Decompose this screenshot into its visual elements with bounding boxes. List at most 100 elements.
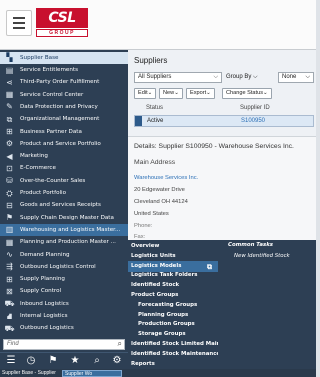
new-button[interactable]: New⌄ (159, 88, 183, 99)
menu-item-storage-groups[interactable]: Storage Groups (128, 329, 218, 340)
sidebar-item-label: Marketing (20, 153, 48, 160)
wave-icon: ∿ (6, 250, 13, 260)
sidebar-item-product-and-service-portfolio[interactable]: ⚙ Product and Service Portfolio (0, 138, 128, 150)
menu-item-forecasting-groups[interactable]: Forecasting Groups (128, 300, 218, 311)
supply-planning-icon: ⊞ (6, 274, 13, 284)
sidebar-item-data-protection-and-privacy[interactable]: ✎ Data Protection and Privacy (0, 101, 128, 113)
sidebar-item-organizational-management[interactable]: ⧉ Organizational Management (0, 114, 128, 126)
pencil-icon: ✎ (6, 102, 13, 112)
column-header-supplier-id[interactable]: Supplier ID (240, 105, 270, 111)
sidebar-item-e-commerce[interactable]: ⊡ E-Commerce (0, 163, 128, 175)
common-tasks-column: Common Tasks New Identified Stock (218, 240, 316, 369)
group-by-label[interactable]: Group By ⌵ (226, 74, 258, 81)
menu-item-planning-groups[interactable]: Planning Groups (128, 310, 218, 321)
menu-item-label: Forecasting Groups (138, 301, 198, 308)
menu-item-label: Production Groups (138, 321, 195, 328)
list-icon[interactable]: ☰ (4, 355, 18, 367)
row-selector[interactable] (135, 116, 142, 126)
sidebar-item-service-control-center[interactable]: ▦ Service Control Center (0, 89, 128, 101)
forklift-icon: ⛘ (6, 311, 13, 321)
menu-item-product-groups[interactable]: Product Groups (128, 290, 218, 301)
menu-item-identified-stock-limited-maintenance[interactable]: Identified Stock Limited Maintenance (128, 339, 245, 350)
sidebar-item-label: E-Commerce (20, 165, 56, 172)
menu-item-reports[interactable]: Reports (128, 359, 218, 370)
sidebar-item-outbound-logistics-control[interactable]: ⇶ Outbound Logistics Control (0, 261, 128, 273)
menu-item-label: Planning Groups (138, 311, 189, 318)
search-icon[interactable]: ⌕ (118, 339, 122, 349)
menu-icon[interactable] (6, 10, 32, 36)
chevron-down-icon: ⌄ (174, 90, 179, 96)
sidebar-item-supply-control[interactable]: ⊠ Supply Control (0, 286, 128, 298)
sidebar-item-over-the-counter-sales[interactable]: ⛁ Over-the-Counter Sales (0, 175, 128, 187)
sidebar-item-label: Supply Planning (20, 276, 65, 283)
menu-item-production-groups[interactable]: Production Groups (128, 319, 218, 330)
phone-label: Phone: (134, 223, 153, 229)
sidebar-item-business-partner-data[interactable]: ⊞ Business Partner Data (0, 126, 128, 138)
menu-item-logistics-models[interactable]: Logistics Models ⧉ (128, 260, 218, 273)
chevron-down-icon: ⌄ (263, 90, 268, 96)
flyout-menu: Reports Identified Stock Maintenance Run I… (128, 240, 316, 369)
main-content: Suppliers All Suppliers ⌵ Group By ⌵ Non… (128, 50, 316, 240)
row-supplier-id-link[interactable]: S100950 (241, 118, 265, 124)
flag-icon[interactable]: ⚑ (46, 355, 60, 367)
menu-item-label: Logistics Task Folders (131, 272, 198, 279)
sidebar-item-product-portfolio[interactable]: ⛭ Product Portfolio (0, 187, 128, 199)
menu-item-logistics-units[interactable]: Logistics Units (128, 251, 218, 262)
sidebar-item-supply-planning[interactable]: ⊞ Supply Planning (0, 273, 128, 285)
change-status-label: Change Status (226, 90, 264, 96)
table-row[interactable]: Active S100950 (134, 115, 314, 127)
main-address-heading: Main Address (134, 159, 176, 166)
change-status-button[interactable]: Change Status⌄ (222, 88, 272, 99)
gear-icon: ⚙ (5, 139, 14, 149)
sidebar-item-service-entitlements[interactable]: ▤ Service Entitlements (0, 64, 128, 76)
sidebar-item-inbound-logistics[interactable]: ⛟ Inbound Logistics (0, 298, 128, 310)
star-icon[interactable]: ★ (68, 355, 82, 367)
sidebar-item-warehousing-and-logistics-master[interactable]: ▥ Warehousing and Logistics Master... (0, 224, 128, 236)
company-logo: CSL GROUP (36, 8, 88, 38)
menu-item-identified-stock-maintenance-run[interactable]: Identified Stock Maintenance Run (128, 349, 234, 360)
address-street: 20 Edgewater Drive (134, 187, 185, 193)
menu-item-label: Storage Groups (138, 331, 186, 338)
sidebar-item-supply-chain-design-master-data[interactable]: ⚑ Supply Chain Design Master Data (0, 212, 128, 224)
settings-icon[interactable]: ⚙ (110, 355, 124, 367)
group-by-select[interactable]: None ⌵ (278, 72, 314, 83)
menu-item-overview[interactable]: Overview (128, 241, 218, 252)
sidebar-item-third-party-order-fulfillment[interactable]: ⋖ Third-Party Order Fulfillment (0, 77, 128, 89)
menu-item-identified-stock[interactable]: Identified Stock (128, 280, 218, 291)
sidebar-item-outbound-logistics[interactable]: ⛟ Outbound Logistics (0, 323, 128, 335)
sidebar-item-planning-and-production-master[interactable]: ▦ Planning and Production Master ... (0, 237, 128, 249)
export-label: Export (190, 90, 207, 96)
table-header: Status Supplier ID (134, 103, 314, 114)
new-identified-stock-link[interactable]: New Identified Stock (234, 253, 290, 259)
address-name-link[interactable]: Warehouse Services Inc. (134, 175, 198, 181)
open-window-icon[interactable]: ⧉ (207, 262, 212, 273)
supplier-base-icon: ▚ (6, 53, 13, 63)
export-button[interactable]: Export⌄ (186, 88, 215, 99)
sidebar-item-label: Supplier Base (20, 54, 59, 61)
sidebar-bottom-toolbar: ☰ ◷ ⚑ ★ ⌕ ⚙ (0, 352, 128, 369)
sidebar-item-label: Outbound Logistics Control (20, 263, 96, 270)
sidebar-item-internal-logistics[interactable]: ⛘ Internal Logistics (0, 310, 128, 322)
clock-icon[interactable]: ◷ (24, 355, 38, 367)
sidebar: ▚ Supplier Base ▤ Service Entitlements ⋖ Thir… (0, 50, 128, 352)
menu-item-label: Overview (131, 243, 160, 249)
outbound-control-icon: ⇶ (6, 262, 13, 272)
column-header-status[interactable]: Status (146, 105, 163, 111)
supplier-filter-select[interactable]: All Suppliers ⌵ (134, 72, 222, 83)
task-supplier-base[interactable]: Supplier Base - Supplier (0, 370, 60, 377)
sidebar-item-supplier-base[interactable]: ▚ Supplier Base (0, 52, 128, 64)
app-header: CSL GROUP (0, 0, 316, 50)
supply-chain-icon: ⚑ (5, 213, 14, 223)
sidebar-item-label: Business Partner Data (20, 128, 82, 135)
find-input[interactable]: Find ⌕ (3, 339, 125, 350)
menu-item-label: Logistics Units (131, 252, 176, 259)
menu-item-logistics-task-folders[interactable]: Logistics Task Folders (128, 270, 218, 281)
sidebar-item-demand-planning[interactable]: ∿ Demand Planning (0, 249, 128, 261)
org-icon: ⧉ (6, 114, 13, 124)
sidebar-item-marketing[interactable]: ◀ Marketing (0, 150, 128, 162)
search-icon[interactable]: ⌕ (90, 355, 104, 367)
sidebar-item-label: Third-Party Order Fulfillment (20, 79, 100, 86)
task-supplier-work[interactable]: Supplier Wo (62, 370, 122, 377)
sidebar-item-goods-and-services-receipts[interactable]: ⊟ Goods and Services Receipts (0, 200, 128, 212)
edit-button[interactable]: Edit⌄ (134, 88, 157, 99)
